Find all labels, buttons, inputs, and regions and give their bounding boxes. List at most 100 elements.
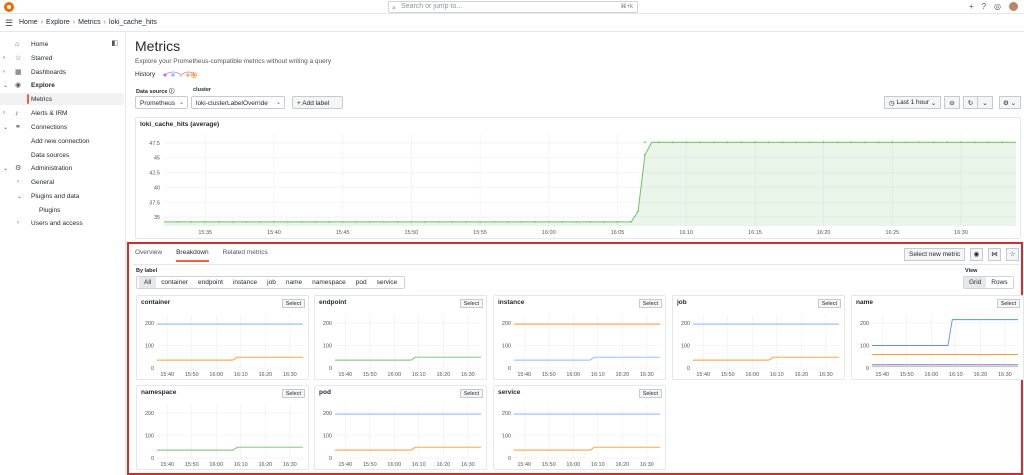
panel-select-button[interactable]: Select — [281, 299, 305, 308]
sidebar-item-dashboards[interactable]: › ▦ Dashboards — [0, 66, 124, 78]
label-option-job[interactable]: job — [262, 277, 281, 288]
panel-chart[interactable]: 0 100 200 15:40 15:50 16:00 16:10 16:20 16:30 — [315, 400, 486, 470]
panel-select-button[interactable]: Select — [638, 389, 662, 398]
x-tick-label: 16:15 — [748, 230, 762, 236]
sidebar-item-add-new-connection[interactable]: Add new connection — [0, 135, 124, 147]
main-chart[interactable]: 35 37.5 40 42.5 45 47.5 15:35 15:40 15:45 15:50 15… — [136, 130, 1020, 238]
bell-icon: ♪ — [15, 109, 19, 117]
x-tick-label: 15:40 — [338, 462, 352, 468]
add-label-button[interactable]: + Add label — [292, 96, 343, 109]
sidebar-item-metrics[interactable]: Metrics — [0, 93, 124, 105]
x-tick-label: 15:50 — [542, 462, 556, 468]
data-point — [218, 220, 220, 223]
help-icon[interactable]: ? — [982, 2, 986, 11]
chevron-right-icon[interactable]: › — [3, 110, 5, 116]
label-option-container[interactable]: container — [156, 277, 193, 288]
label-option-pod[interactable]: pod — [351, 277, 372, 288]
datasource-select[interactable]: Prometheus ⌄ — [135, 96, 188, 109]
data-point — [520, 220, 523, 223]
chevron-down-icon[interactable]: ⌄ — [3, 82, 8, 89]
sidebar-item-users-and-access[interactable]: › Users and access — [0, 217, 124, 229]
y-tick-label: 0 — [508, 366, 511, 372]
refresh-icon: ↻ — [967, 99, 974, 107]
breadcrumb-explore[interactable]: Explore — [46, 19, 70, 26]
label-option-namespace[interactable]: namespace — [307, 277, 351, 288]
label-option-service[interactable]: service — [372, 277, 403, 288]
refresh-interval-button[interactable]: ⌄ — [977, 96, 993, 109]
history-step[interactable] — [171, 73, 175, 77]
chevron-right-icon[interactable]: › — [17, 179, 19, 185]
chevron-down-icon[interactable]: ⌄ — [3, 165, 8, 172]
panel-select-button[interactable]: Select — [281, 389, 305, 398]
panel-chart[interactable]: 0 100 200 15:40 15:50 16:00 16:10 16:20 16:30 — [315, 310, 486, 380]
data-point — [534, 220, 536, 223]
sidebar-item-alerts-irm[interactable]: › ♪ Alerts & IRM — [0, 107, 124, 119]
menu-icon[interactable]: ☰ — [5, 18, 13, 29]
sidebar-item-starred[interactable]: › ☆ Starred — [0, 52, 124, 64]
panel-chart[interactable]: 0 100 200 15:40 15:50 16:00 16:10 16:20 16:30 — [852, 310, 1023, 380]
grafana-logo-icon[interactable] — [4, 2, 14, 12]
x-tick-label: 16:00 — [387, 372, 401, 378]
star-icon[interactable]: ☆ — [1006, 248, 1019, 261]
history-step[interactable] — [186, 73, 190, 77]
zoom-out-button[interactable]: ⊖ — [944, 96, 960, 109]
refresh-button[interactable]: ↻ — [962, 96, 979, 109]
avatar[interactable] — [1009, 2, 1018, 11]
panel-select-button[interactable]: Select — [996, 299, 1020, 308]
panel-select-button[interactable]: Select — [638, 299, 662, 308]
cluster-select[interactable]: loki-clusterLabelOverride ⌄ — [191, 96, 285, 109]
panel-chart[interactable]: 0 100 200 15:40 15:50 16:00 16:10 16:20 16:30 — [494, 400, 665, 470]
new-plus-icon[interactable]: + — [969, 2, 974, 11]
tab-breakdown[interactable]: Breakdown — [176, 249, 209, 262]
news-icon[interactable]: ◎ — [994, 2, 1001, 11]
panel-select-button[interactable]: Select — [459, 389, 483, 398]
panel-select-button[interactable]: Select — [459, 299, 483, 308]
history-step[interactable] — [163, 73, 167, 77]
panel-chart[interactable]: 0 100 200 15:40 15:50 16:00 16:10 16:20 16:30 — [137, 400, 308, 470]
sidebar-item-general[interactable]: › General — [0, 176, 124, 188]
label-option-name[interactable]: name — [281, 277, 307, 288]
history-timeline[interactable] — [161, 70, 201, 80]
chevron-down-icon[interactable]: ⌄ — [3, 124, 8, 131]
sidebar-item-data-sources[interactable]: Data sources — [0, 149, 124, 161]
tab-overview[interactable]: Overview — [135, 249, 162, 262]
explore-icon[interactable]: ◉ — [970, 248, 983, 261]
view-option-rows[interactable]: Rows — [986, 277, 1012, 288]
y-tick-label: 35 — [154, 215, 160, 221]
tab-related-metrics[interactable]: Related metrics — [223, 249, 268, 262]
chevron-right-icon[interactable]: › — [17, 220, 19, 226]
sidebar-item-plugins-and-data[interactable]: ⌄ Plugins and data — [0, 190, 124, 202]
data-point — [836, 141, 839, 144]
select-new-metric-button[interactable]: Select new metric — [904, 248, 966, 261]
history-step[interactable] — [179, 73, 183, 77]
breadcrumb-home[interactable]: Home — [19, 19, 38, 26]
label-option-All[interactable]: All — [139, 277, 157, 288]
label-option-endpoint[interactable]: endpoint — [193, 277, 228, 288]
panel-chart[interactable]: 0 100 200 15:40 15:50 16:00 16:10 16:20 16:30 — [137, 310, 308, 380]
chevron-right-icon[interactable]: › — [3, 55, 5, 61]
time-range-picker[interactable]: ◷ Last 1 hour ⌄ — [884, 96, 942, 109]
chevron-down-icon[interactable]: ⌄ — [17, 193, 22, 200]
view-option-grid[interactable]: Grid — [964, 277, 987, 288]
x-tick-label: 16:30 — [461, 372, 475, 378]
breadcrumb-bar: ☰ Home › Explore › Metrics › loki_cache_hits — [0, 14, 1024, 32]
sidebar-item-administration[interactable]: ⌄ ⚙ Administration — [0, 162, 124, 174]
x-tick-label: 16:30 — [998, 372, 1012, 378]
label-option-instance[interactable]: instance — [228, 277, 262, 288]
search-input[interactable]: ⌕ Search or jump to... ⌘+k — [388, 1, 638, 13]
x-tick-label: 15:55 — [473, 230, 487, 236]
data-point — [492, 220, 495, 223]
sidebar-item-connections[interactable]: ⌄ ⚭ Connections — [0, 121, 124, 133]
x-tick-label: 16:00 — [566, 372, 580, 378]
sidebar-item-home[interactable]: ⌂ Home — [0, 38, 124, 50]
share-icon[interactable]: ⋈ — [988, 248, 1001, 261]
settings-button[interactable]: ⚙ ⌄ — [999, 96, 1021, 109]
sidebar-item-explore[interactable]: ⌄ ◉ Explore — [0, 79, 124, 91]
panel-chart[interactable]: 0 100 200 15:40 15:50 16:00 16:10 16:20 16:30 — [673, 310, 844, 380]
chevron-right-icon[interactable]: › — [3, 69, 5, 75]
breadcrumb-metrics[interactable]: Metrics — [78, 19, 101, 26]
panel-select-button[interactable]: Select — [817, 299, 841, 308]
panel-chart[interactable]: 0 100 200 15:40 15:50 16:00 16:10 16:20 16:30 — [494, 310, 665, 380]
sidebar-item-plugins[interactable]: Plugins — [0, 204, 124, 216]
x-tick-label: 16:00 — [566, 462, 580, 468]
